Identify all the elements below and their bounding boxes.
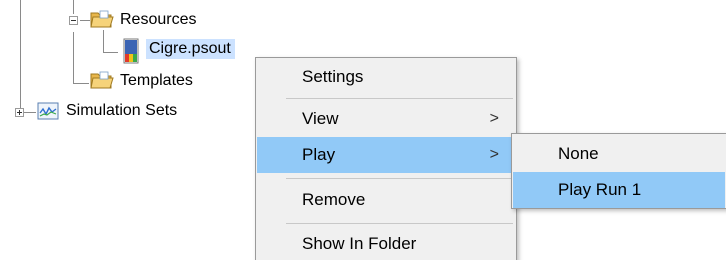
menu-item-show-in-folder[interactable]: Show In Folder — [257, 226, 515, 260]
menu-separator — [286, 178, 513, 179]
submenu-arrow-icon: > — [489, 110, 499, 127]
collapse-toggle[interactable] — [69, 16, 78, 25]
menu-item-label: Play Run 1 — [558, 180, 642, 199]
menu-item-label: None — [558, 144, 599, 163]
expand-toggle[interactable] — [15, 108, 24, 117]
submenu-arrow-icon: > — [489, 146, 499, 163]
menu-item-label: Remove — [302, 190, 366, 209]
psout-file-icon — [123, 38, 139, 64]
play-submenu: None Play Run 1 — [511, 133, 726, 209]
tree-line — [80, 20, 90, 21]
menu-item-settings[interactable]: Settings — [257, 59, 515, 95]
menu-item-label: Settings — [302, 67, 364, 86]
menu-item-label: View — [302, 109, 339, 128]
tree-line — [73, 83, 89, 84]
menu-separator — [286, 223, 513, 224]
menu-item-remove[interactable]: Remove — [257, 182, 515, 218]
tree-line — [20, 0, 21, 112]
menu-item-play-run-1[interactable]: Play Run 1 — [513, 172, 725, 208]
tree-line — [24, 112, 36, 113]
tree-item-simulation-sets[interactable]: Simulation Sets — [66, 101, 177, 121]
context-menu: Settings View > Play > Remove Show In Fo… — [255, 57, 517, 260]
tree-line — [73, 32, 74, 83]
screen: Resources Cigre.psout Templates Simulati… — [0, 0, 726, 260]
tree-item-cigre-psout[interactable]: Cigre.psout — [146, 39, 235, 59]
tree-line — [73, 0, 74, 14]
menu-item-label: Show In Folder — [302, 234, 417, 253]
simulation-sets-icon — [37, 102, 59, 120]
tree-line — [103, 30, 104, 52]
menu-item-none[interactable]: None — [513, 136, 725, 172]
folder-icon — [90, 71, 114, 89]
menu-item-label: Play — [302, 145, 336, 164]
menu-separator — [286, 98, 513, 99]
menu-item-play[interactable]: Play > — [257, 137, 515, 173]
tree-line — [103, 52, 118, 53]
menu-item-view[interactable]: View > — [257, 101, 515, 137]
folder-icon — [90, 10, 114, 28]
tree-item-templates[interactable]: Templates — [120, 71, 193, 91]
tree-item-resources[interactable]: Resources — [120, 10, 196, 30]
